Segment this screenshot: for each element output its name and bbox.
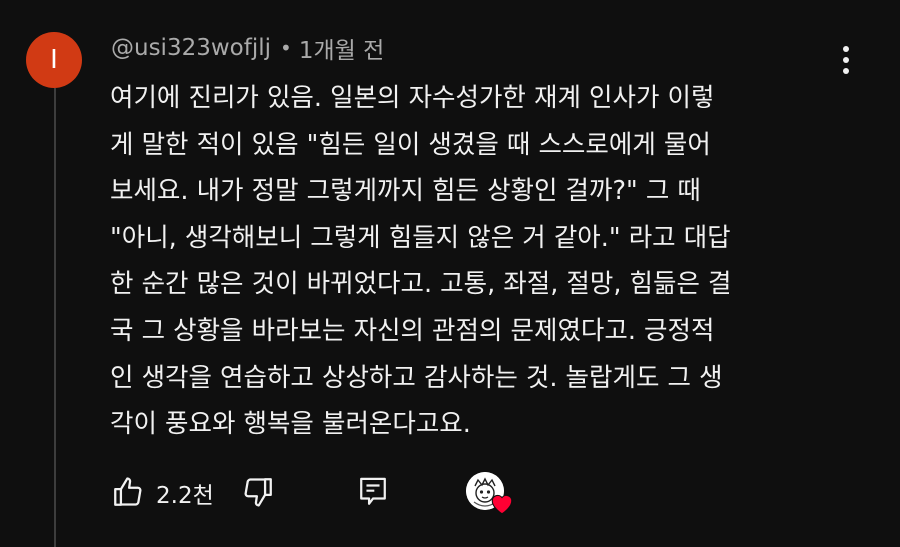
comment-text-line: 한 순간 많은 것이 바뀌었다고. 고통, 좌절, 절망, 힘듦은 결 xyxy=(110,269,732,300)
like-button[interactable] xyxy=(110,474,146,510)
author-name[interactable]: @usi323wofjlj xyxy=(111,35,271,61)
more-options-button[interactable] xyxy=(824,40,868,80)
header-separator: • xyxy=(280,36,292,60)
comment-actions: 2.2천 xyxy=(110,470,530,516)
timestamp[interactable]: 1개월 전 xyxy=(299,31,384,65)
comment-text-line: "아니, 생각해보니 그렇게 힘들지 않은 거 같아." 라고 대답 xyxy=(110,222,731,253)
comment-text-line: 각이 풍요와 행복을 불러온다고요. xyxy=(110,409,471,440)
reply-button[interactable] xyxy=(355,474,391,510)
more-vertical-icon xyxy=(843,46,849,52)
heart-icon xyxy=(491,494,513,515)
comment-text: 여기에 진리가 있음. 일본의 자수성가한 재계 인사가 이렇게 말한 적이 있… xyxy=(110,75,835,448)
like-count: 2.2천 xyxy=(156,483,214,509)
comment-text-line: 인 생각을 연습하고 상상하고 감사하는 것. 놀랍게도 그 생 xyxy=(110,362,723,393)
more-vertical-icon-dot xyxy=(843,68,849,74)
dislike-button[interactable] xyxy=(240,474,276,510)
thread-line xyxy=(54,88,56,547)
avatar-letter: I xyxy=(50,45,58,75)
thumbs-down-icon xyxy=(244,478,272,507)
comment-text-line: 국 그 상황을 바라보는 자신의 관점의 문제였다고. 긍정적 xyxy=(110,315,715,346)
comment-text-line: 여기에 진리가 있음. 일본의 자수성가한 재계 인사가 이렇 xyxy=(110,83,715,113)
comment-header: @usi323wofjlj • 1개월 전 xyxy=(111,30,384,66)
creator-heart xyxy=(466,472,518,516)
reply-comment-icon xyxy=(360,477,386,505)
avatar[interactable]: I xyxy=(26,32,82,88)
comment-text-line: 게 말한 적이 있음 "힘든 일이 생겼을 때 스스로에게 물어 xyxy=(110,129,711,160)
thumbs-up-icon xyxy=(114,477,142,506)
comment-text-line: 보세요. 내가 정말 그렇게까지 힘든 상황인 걸까?" 그 때 xyxy=(110,176,701,207)
more-vertical-icon-dot xyxy=(843,57,849,63)
